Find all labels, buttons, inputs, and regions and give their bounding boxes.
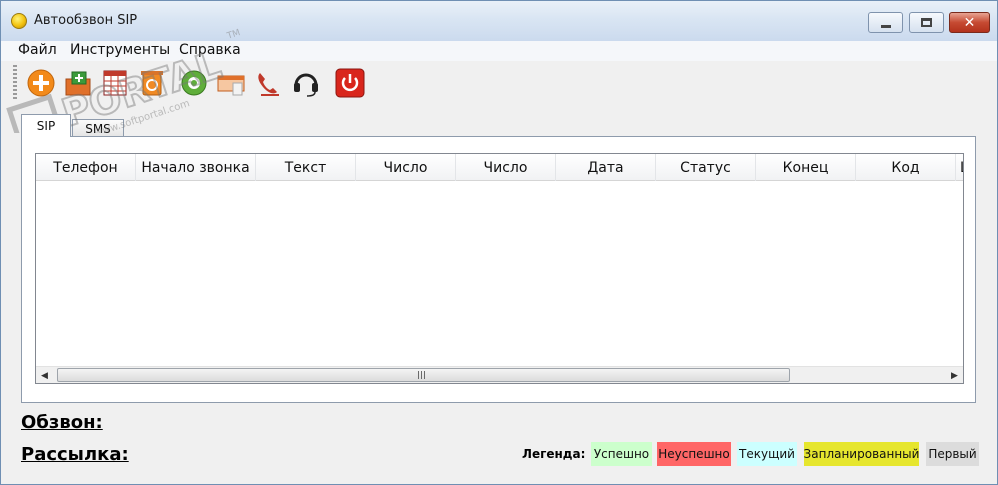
horizontal-scrollbar[interactable]: ◀ ▶ bbox=[36, 366, 963, 383]
settings-button[interactable] bbox=[179, 68, 209, 98]
mailing-status-label: Рассылка: bbox=[21, 444, 129, 465]
toolbar-grip[interactable] bbox=[13, 65, 17, 99]
table-header: Телефон Начало звонка Текст Число Число … bbox=[36, 154, 963, 181]
phone-icon bbox=[258, 73, 279, 96]
menu-bar: Файл Инструменты Справка bbox=[1, 41, 997, 61]
title-bar[interactable]: Автообзвон SIP ✕ bbox=[1, 1, 997, 41]
tab-panel-sip: Телефон Начало звонка Текст Число Число … bbox=[21, 136, 976, 403]
app-window: Автообзвон SIP ✕ Файл Инструменты Справк… bbox=[0, 0, 998, 485]
close-button[interactable]: ✕ bbox=[949, 12, 990, 33]
column-header-status[interactable]: Статус bbox=[656, 154, 756, 181]
menu-help[interactable]: Справка bbox=[179, 42, 241, 58]
card-button[interactable] bbox=[216, 68, 246, 98]
recycle-button[interactable] bbox=[137, 68, 167, 98]
column-header-phone[interactable]: Телефон bbox=[36, 154, 136, 181]
import-icon bbox=[65, 71, 91, 96]
menu-file[interactable]: Файл bbox=[18, 42, 57, 58]
table-button[interactable] bbox=[100, 68, 130, 98]
power-icon bbox=[335, 68, 365, 98]
close-icon: ✕ bbox=[963, 14, 976, 31]
scrollbar-grip bbox=[418, 371, 427, 379]
column-header-partial[interactable]: Ц bbox=[956, 154, 963, 181]
phone-button[interactable] bbox=[253, 68, 283, 98]
menu-tools[interactable]: Инструменты bbox=[70, 42, 170, 58]
add-button[interactable] bbox=[26, 68, 56, 98]
minimize-button[interactable] bbox=[868, 12, 903, 33]
column-header-end[interactable]: Конец bbox=[756, 154, 856, 181]
card-icon bbox=[217, 75, 245, 96]
recycle-icon bbox=[141, 71, 163, 96]
settings-icon bbox=[181, 70, 207, 96]
calls-table[interactable]: Телефон Начало звонка Текст Число Число … bbox=[35, 153, 964, 384]
import-button[interactable] bbox=[63, 68, 93, 98]
scroll-left-icon[interactable]: ◀ bbox=[36, 367, 53, 383]
minimize-icon bbox=[880, 25, 891, 28]
headset-icon bbox=[294, 73, 318, 97]
table-icon bbox=[103, 70, 127, 96]
headset-button[interactable] bbox=[291, 68, 321, 98]
tab-sip[interactable]: SIP bbox=[21, 114, 71, 137]
power-button[interactable] bbox=[335, 68, 365, 98]
legend-current: Текущий bbox=[737, 442, 797, 466]
legend-first: Первый bbox=[926, 442, 979, 466]
legend-title: Легенда: bbox=[522, 447, 586, 461]
scroll-right-icon[interactable]: ▶ bbox=[946, 367, 963, 383]
legend-success: Успешно bbox=[591, 442, 652, 466]
legend-fail: Неуспешно bbox=[657, 442, 731, 466]
column-header-number-1[interactable]: Число bbox=[356, 154, 456, 181]
maximize-icon bbox=[921, 18, 932, 27]
add-icon bbox=[27, 69, 55, 97]
tab-sms[interactable]: SMS bbox=[72, 119, 124, 137]
toolbar bbox=[1, 61, 997, 105]
legend-planned: Запланированный bbox=[804, 442, 919, 466]
column-header-code[interactable]: Код bbox=[856, 154, 956, 181]
column-header-number-2[interactable]: Число bbox=[456, 154, 556, 181]
window-title: Автообзвон SIP bbox=[34, 13, 138, 28]
app-logo-icon bbox=[11, 13, 27, 29]
maximize-button[interactable] bbox=[909, 12, 944, 33]
column-header-date[interactable]: Дата bbox=[556, 154, 656, 181]
dial-status-label: Обзвон: bbox=[21, 412, 103, 433]
column-header-call-start[interactable]: Начало звонка bbox=[136, 154, 256, 181]
column-header-text[interactable]: Текст bbox=[256, 154, 356, 181]
scrollbar-thumb[interactable] bbox=[57, 368, 790, 382]
